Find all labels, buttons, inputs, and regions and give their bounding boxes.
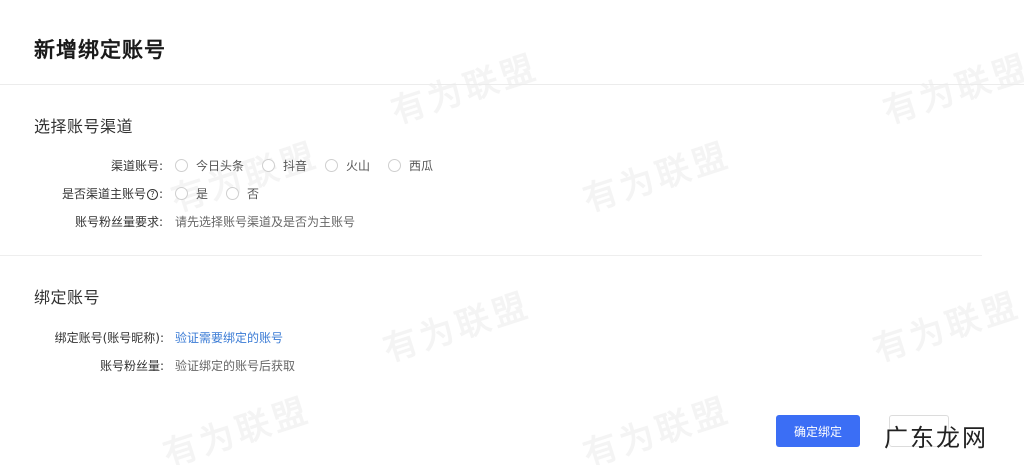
radio-option-xigua[interactable]: 西瓜	[388, 157, 433, 174]
watermark-text: 有为联盟	[384, 40, 544, 134]
main-account-radio-group: 是 否	[175, 185, 277, 202]
channel-label: 渠道账号:	[110, 158, 163, 173]
section-heading-channel: 选择账号渠道	[34, 117, 134, 136]
bind-account-row: 绑定账号(账号昵称): 验证需要绑定的账号	[0, 327, 283, 347]
fans-count-label: 账号粉丝量:	[99, 358, 164, 373]
radio-option-yes[interactable]: 是	[175, 185, 208, 202]
radio-circle[interactable]	[175, 186, 188, 200]
fans-requirement-label: 账号粉丝量要求:	[74, 214, 163, 229]
confirm-bind-button[interactable]: 确定绑定	[776, 415, 860, 447]
radio-option-toutiao[interactable]: 今日头条	[175, 157, 244, 174]
watermark-text: 有为联盟	[156, 383, 316, 465]
watermark-text: 有为联盟	[876, 40, 1024, 134]
radio-option-douyin[interactable]: 抖音	[262, 157, 307, 174]
main-account-row: 是否渠道主账号?: 是 否	[0, 183, 277, 203]
fans-requirement-value: 请先选择账号渠道及是否为主账号	[175, 214, 356, 229]
radio-circle[interactable]	[175, 158, 188, 172]
section-heading-bind: 绑定账号	[34, 288, 101, 307]
radio-circle[interactable]	[325, 158, 339, 172]
bind-account-label: 绑定账号(账号昵称):	[54, 330, 164, 345]
main-account-label: 是否渠道主账号?:	[61, 186, 163, 201]
page-title: 新增绑定账号	[34, 38, 166, 62]
radio-option-huoshan[interactable]: 火山	[325, 157, 370, 174]
radio-circle[interactable]	[388, 158, 402, 172]
verify-account-link[interactable]: 验证需要绑定的账号	[175, 329, 283, 346]
radio-option-no[interactable]: 否	[226, 185, 259, 202]
radio-circle[interactable]	[262, 158, 276, 172]
channel-row: 渠道账号: 今日头条 抖音 火山 西瓜	[0, 155, 451, 175]
radio-circle[interactable]	[226, 186, 240, 200]
watermark-text: 有为联盟	[576, 383, 736, 465]
watermark-text: 有为联盟	[376, 278, 536, 372]
site-logo: 广东龙网	[884, 424, 988, 452]
fans-requirement-row: 账号粉丝量要求: 请先选择账号渠道及是否为主账号	[0, 211, 355, 231]
fans-count-value: 验证绑定的账号后获取	[175, 358, 296, 373]
fans-count-row: 账号粉丝量: 验证绑定的账号后获取	[0, 355, 295, 375]
watermark-text: 有为联盟	[866, 278, 1024, 372]
section-divider	[0, 255, 982, 256]
title-divider	[0, 84, 1024, 85]
channel-radio-group: 今日头条 抖音 火山 西瓜	[175, 157, 451, 174]
help-icon[interactable]: ?	[146, 188, 158, 200]
watermark-text: 有为联盟	[576, 128, 736, 222]
